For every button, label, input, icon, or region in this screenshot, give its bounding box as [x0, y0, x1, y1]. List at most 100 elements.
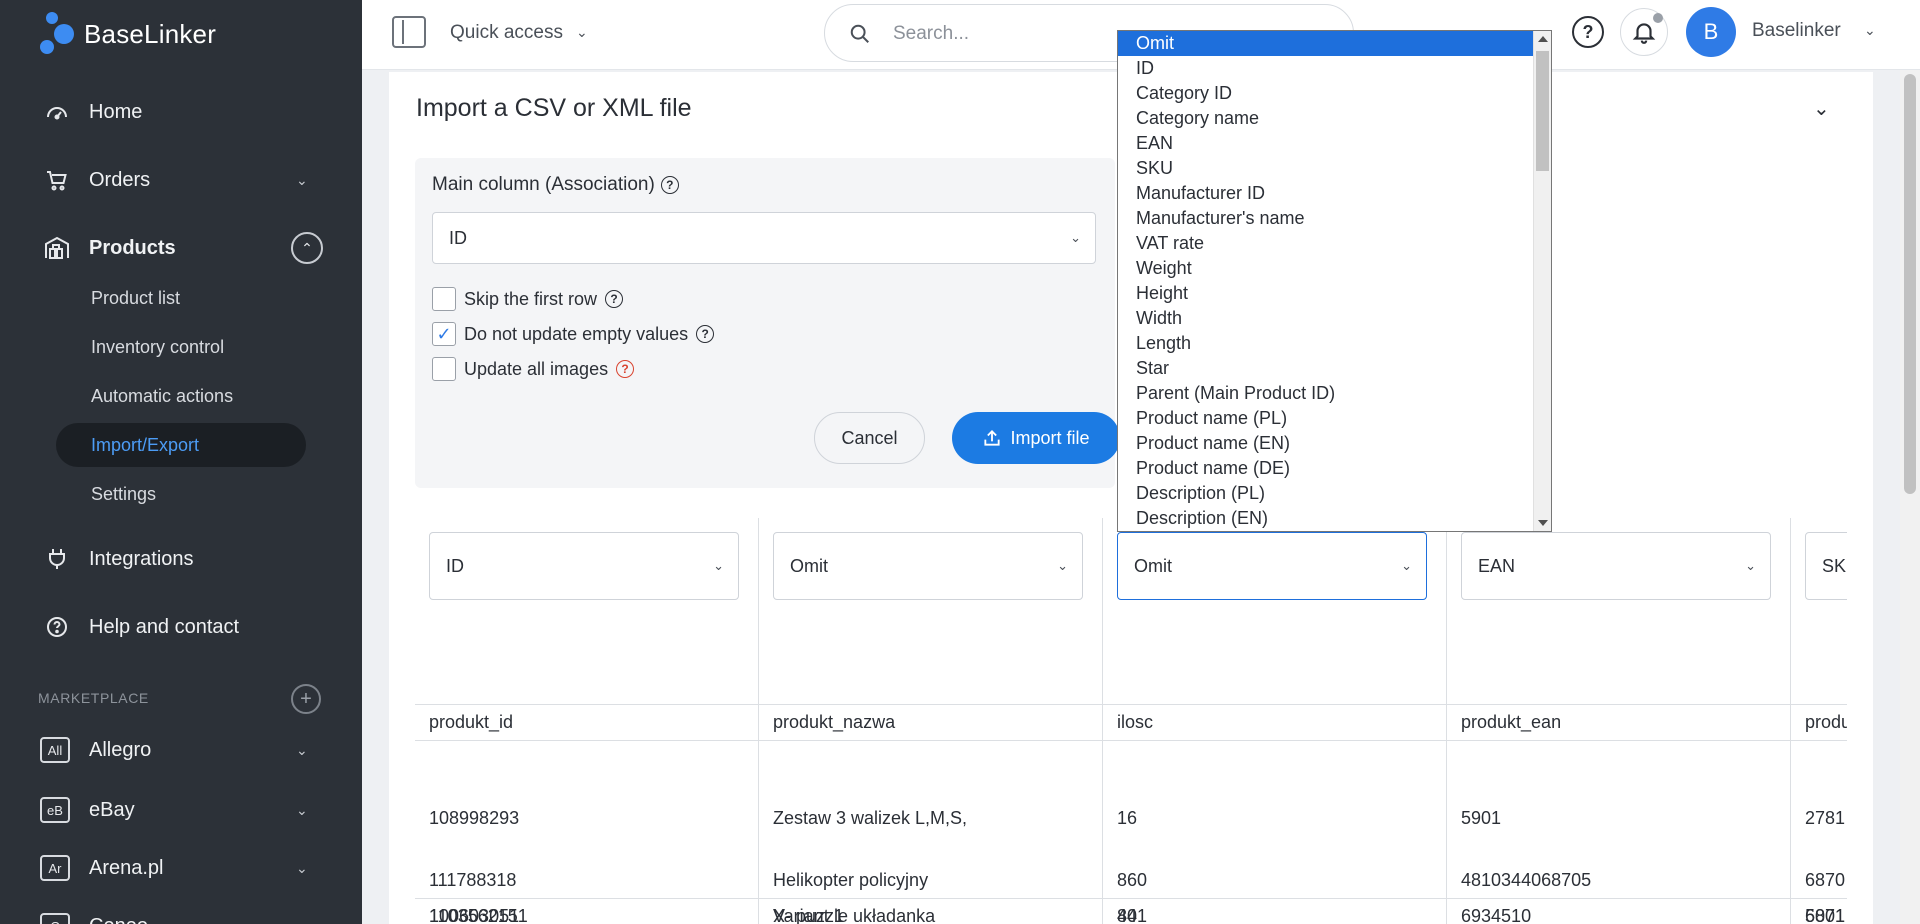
warning-help-icon[interactable]: ? — [616, 360, 635, 378]
dropdown-option[interactable]: ID — [1118, 56, 1534, 81]
help-icon[interactable]: ? — [1572, 16, 1604, 48]
sidebar-subitem-product-list[interactable]: Product list — [56, 276, 306, 320]
dropdown-option[interactable]: Length — [1118, 331, 1534, 356]
dropdown-scrollbar[interactable] — [1533, 31, 1551, 531]
column-mapping-value: SKU — [1822, 555, 1847, 576]
brand-name: BaseLinker — [84, 18, 217, 49]
option-label: Update all images — [464, 358, 609, 379]
sidebar-subitem-import-export[interactable]: Import/Export — [56, 423, 306, 467]
page-scrollbar[interactable] — [1900, 70, 1920, 924]
sidebar-subitem-settings[interactable]: Settings — [56, 472, 306, 516]
marketplace-label: eBay — [89, 798, 135, 821]
sidebar-item-integrations[interactable]: Integrations — [0, 535, 362, 583]
association-select[interactable]: ID ⌄ — [432, 212, 1096, 264]
sidebar-item-label: Products — [89, 236, 176, 259]
upload-icon — [984, 430, 1001, 446]
skip-first-row-option[interactable]: Skip the first row ? — [432, 287, 624, 311]
sidebar-item-orders[interactable]: Orders ⌄ — [0, 156, 362, 204]
warehouse-icon — [44, 235, 70, 261]
column-mapping-select-4[interactable]: EAN ⌄ — [1461, 532, 1771, 600]
column-mapping-select-5[interactable]: SKU — [1805, 532, 1847, 600]
chevron-down-icon: ⌄ — [296, 859, 308, 876]
dropdown-option[interactable]: Parent (Main Product ID) — [1118, 381, 1534, 406]
sidebar-toggle-icon[interactable] — [392, 16, 426, 48]
sidebar-subitem-automatic-actions[interactable]: Automatic actions — [56, 374, 306, 418]
marketplace-badge: Ar — [40, 855, 70, 881]
chevron-down-icon: ⌄ — [296, 801, 308, 818]
dropdown-option[interactable]: EAN — [1118, 131, 1534, 156]
sidebar-item-help[interactable]: Help and contact — [0, 603, 362, 651]
marketplace-item-arena[interactable]: Ar Arena.pl ⌄ — [0, 845, 362, 891]
dropdown-option[interactable]: Description (EN) — [1118, 506, 1534, 531]
do-not-update-empty-checkbox[interactable]: ✓ — [432, 322, 456, 346]
skip-first-row-checkbox[interactable] — [432, 287, 456, 311]
sidebar-item-products[interactable]: Products ⌃ — [0, 224, 362, 272]
table-header-cell: produ — [1805, 712, 1847, 732]
help-circle-icon — [44, 614, 70, 640]
dropdown-option[interactable]: Omit — [1118, 31, 1534, 56]
dropdown-option[interactable]: Description (PL) — [1118, 481, 1534, 506]
scroll-down-icon[interactable] — [1538, 520, 1548, 526]
cart-icon — [44, 167, 70, 193]
option-label: Skip the first row — [464, 288, 598, 309]
add-marketplace-button[interactable]: + — [291, 684, 321, 714]
marketplace-badge: eB — [40, 797, 70, 823]
chevron-down-icon: ⌄ — [713, 558, 724, 573]
scroll-up-icon[interactable] — [1538, 36, 1548, 42]
table-cell: 6870 — [1805, 870, 1846, 890]
quick-access-menu[interactable]: Quick access — [450, 22, 563, 44]
dropdown-option[interactable]: Product name (PL) — [1118, 406, 1534, 431]
import-settings: Main column (Association) ? ID ⌄ Skip th… — [415, 158, 1120, 488]
marketplace-badge: C — [40, 913, 70, 924]
column-mapping-dropdown-list[interactable]: Omit ID Category ID Category name EAN SK… — [1117, 30, 1552, 532]
table-cell: 5901 — [1461, 808, 1502, 828]
table-cell: 6934510 — [1461, 906, 1532, 924]
cancel-button[interactable]: Cancel — [814, 412, 925, 464]
help-icon[interactable]: ? — [660, 176, 679, 194]
help-icon[interactable]: ? — [696, 325, 715, 343]
table-cell: 4810344068705 — [1461, 870, 1592, 890]
search-icon — [850, 24, 869, 43]
update-all-images-checkbox[interactable] — [432, 357, 456, 381]
column-mapping-select-3[interactable]: Omit ⌄ — [1117, 532, 1427, 600]
chevron-down-icon: ⌄ — [1401, 558, 1412, 573]
dropdown-option[interactable]: VAT rate — [1118, 231, 1534, 256]
table-cell: 860 — [1117, 870, 1148, 890]
dropdown-option[interactable]: Product name (DE) — [1118, 456, 1534, 481]
association-label-text: Main column (Association) — [432, 174, 655, 195]
column-mapping-value: ID — [446, 555, 464, 576]
dropdown-option[interactable]: Category name — [1118, 106, 1534, 131]
notifications-button[interactable] — [1620, 8, 1668, 56]
collapse-chevron-icon[interactable]: ⌄ — [1813, 96, 1830, 121]
help-icon[interactable]: ? — [605, 290, 624, 308]
sidebar-item-home[interactable]: Home — [0, 88, 362, 136]
update-all-images-option[interactable]: Update all images ? — [432, 357, 635, 381]
marketplace-item-ceneo[interactable]: C Ceneo — [0, 903, 362, 924]
dropdown-option[interactable]: Star — [1118, 356, 1534, 381]
dropdown-option[interactable]: SKU — [1118, 156, 1534, 181]
dropdown-option[interactable]: Manufacturer's name — [1118, 206, 1534, 231]
avatar[interactable]: B — [1686, 7, 1736, 57]
user-name[interactable]: Baselinker — [1752, 20, 1841, 42]
import-file-button[interactable]: Import file — [952, 412, 1120, 464]
page-scroll-thumb[interactable] — [1904, 74, 1916, 494]
dropdown-option[interactable]: Category ID — [1118, 81, 1534, 106]
dropdown-scroll-thumb[interactable] — [1536, 51, 1549, 171]
column-mapping-select-2[interactable]: Omit ⌄ — [773, 532, 1083, 600]
dropdown-option[interactable]: Width — [1118, 306, 1534, 331]
column-mapping-value: EAN — [1478, 555, 1516, 576]
dropdown-option[interactable]: Product name (EN) — [1118, 431, 1534, 456]
sidebar-subitem-inventory-control[interactable]: Inventory control — [56, 325, 306, 369]
dropdown-option[interactable]: Weight — [1118, 256, 1534, 281]
table-cell: 2781 — [1805, 808, 1846, 828]
dropdown-option[interactable]: Height — [1118, 281, 1534, 306]
table-cell: 111788318 — [429, 870, 517, 890]
marketplace-item-allegro[interactable]: All Allegro ⌄ — [0, 727, 362, 773]
marketplace-item-ebay[interactable]: eB eBay ⌄ — [0, 787, 362, 833]
chevron-up-icon[interactable]: ⌃ — [291, 232, 323, 264]
table-cell: 6871 — [1805, 906, 1846, 924]
column-mapping-select-1[interactable]: ID ⌄ — [429, 532, 739, 600]
logo[interactable]: BaseLinker — [40, 12, 216, 56]
do-not-update-empty-option[interactable]: ✓ Do not update empty values ? — [432, 322, 715, 346]
dropdown-option[interactable]: Manufacturer ID — [1118, 181, 1534, 206]
